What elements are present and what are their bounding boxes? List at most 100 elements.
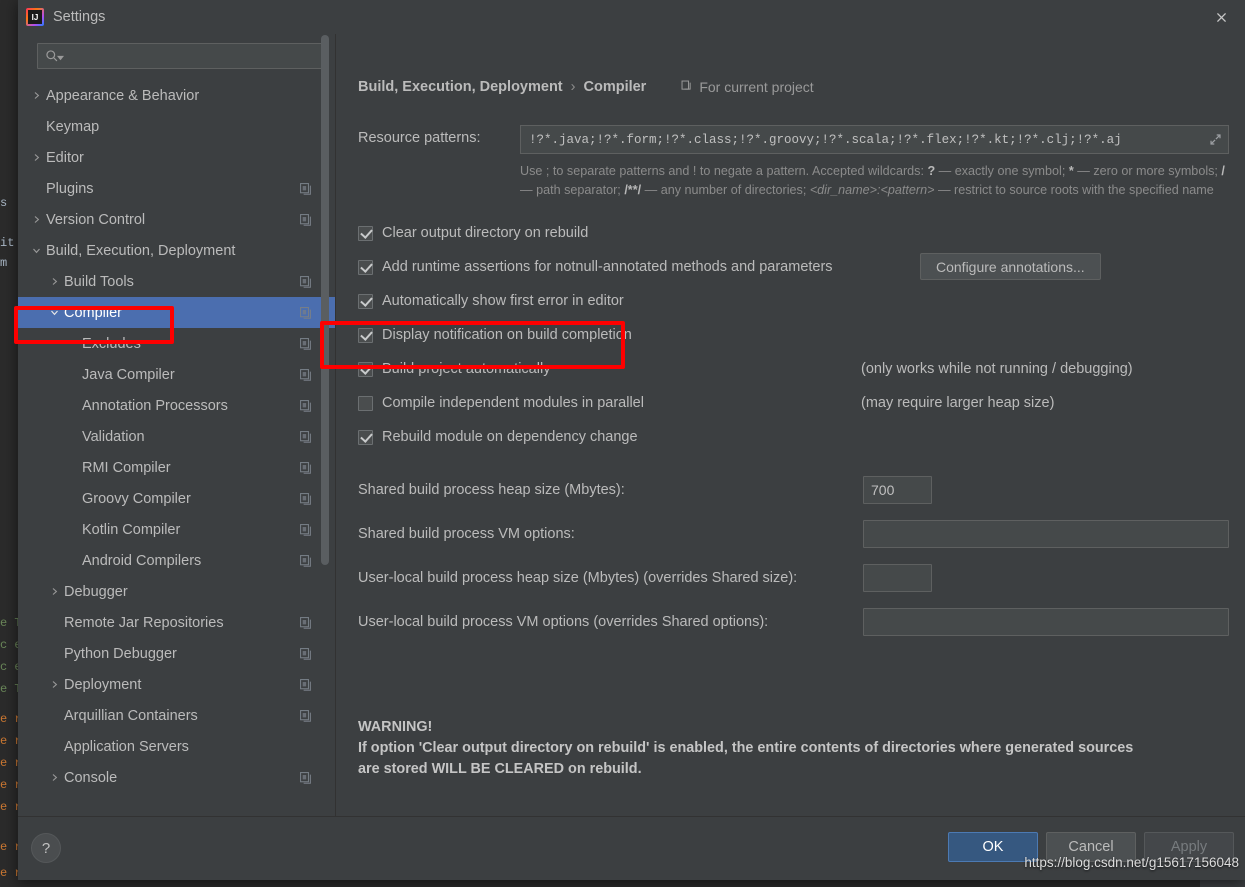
copy-project-icon[interactable] xyxy=(299,678,313,692)
sidebar-item-label: Build, Execution, Deployment xyxy=(46,242,236,259)
resource-patterns-label: Resource patterns: xyxy=(358,130,481,146)
copy-project-icon[interactable] xyxy=(299,182,313,196)
input-user-local-build-process-vm-options-overrides-shared-options[interactable] xyxy=(863,608,1229,636)
option-label[interactable]: Build project automatically xyxy=(382,361,550,377)
copy-project-icon[interactable] xyxy=(299,709,313,723)
sidebar-scrollbar[interactable] xyxy=(321,34,329,816)
sidebar-item-rmi-compiler[interactable]: RMI Compiler xyxy=(18,452,335,483)
breadcrumb: Build, Execution, Deployment › Compiler … xyxy=(358,34,1229,95)
sidebar-item-excludes[interactable]: Excludes xyxy=(18,328,335,359)
chevron-down-icon[interactable] xyxy=(46,305,62,321)
input-user-local-build-process-heap-size-mbytes-overrides-shared-size[interactable] xyxy=(863,564,932,592)
copy-project-icon[interactable] xyxy=(299,461,313,475)
copy-project-icon[interactable] xyxy=(299,213,313,227)
sidebar-item-arquillian-containers[interactable]: Arquillian Containers xyxy=(18,700,335,731)
input-shared-build-process-vm-options[interactable] xyxy=(863,520,1229,548)
copy-project-icon[interactable] xyxy=(299,337,313,351)
copy-project-icon[interactable] xyxy=(299,492,313,506)
settings-dialog: Settings xyxy=(18,0,1245,880)
help-button[interactable]: ? xyxy=(31,833,61,863)
sidebar-item-kotlin-compiler[interactable]: Kotlin Compiler xyxy=(18,514,335,545)
sidebar-item-version-control[interactable]: Version Control xyxy=(18,204,335,235)
sidebar-item-debugger[interactable]: Debugger xyxy=(18,576,335,607)
close-icon[interactable] xyxy=(1197,0,1245,34)
warning-line-2: are stored WILL BE CLEARED on rebuild. xyxy=(358,761,642,777)
search-input[interactable] xyxy=(69,49,316,63)
copy-project-icon[interactable] xyxy=(299,616,313,630)
sidebar-item-java-compiler[interactable]: Java Compiler xyxy=(18,359,335,390)
expand-icon[interactable] xyxy=(1209,133,1222,146)
option-label[interactable]: Automatically show first error in editor xyxy=(382,293,624,309)
configure-annotations-button[interactable]: Configure annotations... xyxy=(920,253,1101,280)
copy-project-icon[interactable] xyxy=(299,647,313,661)
checkbox-automatically-show-first-error-in-editor[interactable] xyxy=(358,293,373,309)
checkbox-build-project-automatically[interactable] xyxy=(358,361,373,377)
chevron-right-icon[interactable] xyxy=(28,150,44,166)
copy-project-icon[interactable] xyxy=(299,771,313,785)
sidebar-item-remote-jar-repositories[interactable]: Remote Jar Repositories xyxy=(18,607,335,638)
copy-project-icon[interactable] xyxy=(299,523,313,537)
sidebar-item-editor[interactable]: Editor xyxy=(18,142,335,173)
dialog-footer: ? OK Cancel Apply xyxy=(18,816,1245,880)
copy-project-icon[interactable] xyxy=(299,430,313,444)
sidebar-item-build-tools[interactable]: Build Tools xyxy=(18,266,335,297)
intellij-idea-logo-icon xyxy=(26,8,44,26)
field-label: Shared build process heap size (Mbytes): xyxy=(358,482,625,498)
copy-project-icon[interactable] xyxy=(299,554,313,568)
checkbox-compile-independent-modules-in-parallel[interactable] xyxy=(358,395,373,411)
hint-part-6: — restrict to source roots with the spec… xyxy=(934,183,1214,197)
copy-project-icon[interactable] xyxy=(299,399,313,413)
sidebar-item-python-debugger[interactable]: Python Debugger xyxy=(18,638,335,669)
chevron-right-icon[interactable] xyxy=(28,88,44,104)
chevron-right-icon[interactable] xyxy=(28,212,44,228)
option-label[interactable]: Display notification on build completion xyxy=(382,327,632,343)
sidebar-item-compiler[interactable]: Compiler xyxy=(18,297,335,328)
chevron-down-icon[interactable] xyxy=(28,243,44,259)
sidebar-item-label: Debugger xyxy=(64,583,128,600)
sidebar-item-deployment[interactable]: Deployment xyxy=(18,669,335,700)
input-shared-build-process-heap-size-mbytes[interactable]: 700 xyxy=(863,476,932,504)
option-row: Build project automatically (only works w… xyxy=(358,352,1229,386)
chevron-right-icon[interactable] xyxy=(46,274,62,290)
option-label[interactable]: Compile independent modules in parallel xyxy=(382,395,644,411)
checkbox-add-runtime-assertions-for-notnull-annotated-methods-and-parameters[interactable] xyxy=(358,259,373,275)
checkbox-display-notification-on-build-completion[interactable] xyxy=(358,327,373,343)
chevron-right-icon[interactable] xyxy=(46,677,62,693)
resource-patterns-input[interactable]: !?*.java;!?*.form;!?*.class;!?*.groovy;!… xyxy=(520,125,1229,154)
sidebar-item-application-servers[interactable]: Application Servers xyxy=(18,731,335,762)
option-label[interactable]: Add runtime assertions for notnull-annot… xyxy=(382,259,833,275)
sidebar-item-groovy-compiler[interactable]: Groovy Compiler xyxy=(18,483,335,514)
sidebar-item-annotation-processors[interactable]: Annotation Processors xyxy=(18,390,335,421)
dialog-title: Settings xyxy=(53,9,106,25)
option-row: Display notification on build completion xyxy=(358,318,1229,352)
copy-project-icon[interactable] xyxy=(299,368,313,382)
hint-part-3: — zero or more symbols; xyxy=(1073,164,1222,178)
option-label[interactable]: Rebuild module on dependency change xyxy=(382,429,638,445)
compiler-fields-list: Shared build process heap size (Mbytes):… xyxy=(358,468,1229,644)
sidebar-item-label: Application Servers xyxy=(64,738,189,755)
chevron-right-icon[interactable] xyxy=(46,770,62,786)
sidebar-item-plugins[interactable]: Plugins xyxy=(18,173,335,204)
for-current-project-badge[interactable]: For current project xyxy=(680,79,814,95)
sidebar-item-android-compilers[interactable]: Android Compilers xyxy=(18,545,335,576)
copy-project-icon[interactable] xyxy=(299,275,313,289)
sidebar-item-appearance-behavior[interactable]: Appearance & Behavior xyxy=(18,80,335,111)
breadcrumb-parent[interactable]: Build, Execution, Deployment xyxy=(358,79,563,95)
chevron-right-icon[interactable] xyxy=(46,584,62,600)
field-label: User-local build process VM options (ove… xyxy=(358,614,769,630)
sidebar-item-build-execution-deployment[interactable]: Build, Execution, Deployment xyxy=(18,235,335,266)
copy-project-icon[interactable] xyxy=(299,306,313,320)
sidebar-item-validation[interactable]: Validation xyxy=(18,421,335,452)
checkbox-clear-output-directory-on-rebuild[interactable] xyxy=(358,225,373,241)
search-box[interactable] xyxy=(37,43,324,69)
sidebar-item-console[interactable]: Console xyxy=(18,762,335,793)
search-wrapper xyxy=(18,34,335,79)
sidebar-scrollbar-thumb[interactable] xyxy=(321,35,329,565)
settings-content-panel: Build, Execution, Deployment › Compiler … xyxy=(336,34,1245,816)
sidebar-item-keymap[interactable]: Keymap xyxy=(18,111,335,142)
compiler-options-list: Clear output directory on rebuild Add run… xyxy=(358,216,1229,454)
checkbox-rebuild-module-on-dependency-change[interactable] xyxy=(358,429,373,445)
option-label[interactable]: Clear output directory on rebuild xyxy=(382,225,588,241)
